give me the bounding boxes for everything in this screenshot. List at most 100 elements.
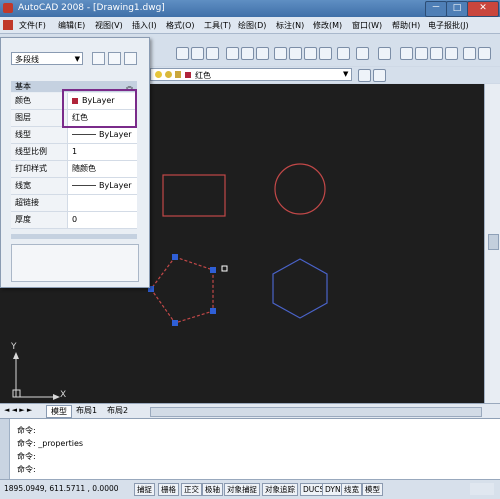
zoom-realtime-icon[interactable] [415, 47, 428, 60]
copy-icon[interactable] [289, 47, 302, 60]
close-button[interactable]: ✕ [467, 1, 499, 17]
arrow-right-icon [53, 394, 60, 400]
menu-edit[interactable]: 编辑(E) [58, 20, 85, 31]
command-window[interactable]: 命令: 命令: _properties 命令: 命令: [0, 418, 500, 480]
cut-icon[interactable] [274, 47, 287, 60]
properties-palette: 多段线 ▼ 基本 ︽ 颜色 ByLayer 图层 红色 线型 ByLayer 线… [0, 37, 150, 288]
paste-icon[interactable] [304, 47, 317, 60]
menu-format[interactable]: 格式(O) [166, 20, 195, 31]
ortho-button[interactable]: 正交 [181, 483, 202, 496]
tab-model[interactable]: 模型 [46, 405, 72, 418]
app-icon [3, 3, 13, 13]
open-icon[interactable] [191, 47, 204, 60]
tab-nav-arrows-icon[interactable]: ◄ ◄ ► ► [4, 406, 32, 414]
layer-name: 红色 [195, 71, 211, 80]
object-snap-button[interactable]: 对象捕捉 [224, 483, 260, 496]
pan-icon[interactable] [400, 47, 413, 60]
menu-help[interactable]: 帮助(H) [392, 20, 420, 31]
menu-e-approval[interactable]: 电子报批(J) [428, 20, 469, 31]
vertical-scrollbar[interactable] [484, 84, 500, 403]
object-type-dropdown[interactable]: 多段线 ▼ [11, 52, 83, 65]
scroll-thumb[interactable] [488, 234, 499, 250]
polar-button[interactable]: 极轴 [202, 483, 223, 496]
match-properties-icon[interactable] [319, 47, 332, 60]
brush-icon[interactable] [337, 47, 350, 60]
property-row-hyperlink[interactable]: 超链接 [11, 195, 137, 212]
save-icon[interactable] [206, 47, 219, 60]
property-row-linetype-scale[interactable]: 线型比例 1 [11, 144, 137, 161]
toggle-pickadd-icon[interactable] [92, 52, 105, 65]
new-icon[interactable] [176, 47, 189, 60]
title-bar: AutoCAD 2008 - [Drawing1.dwg] － □ ✕ [0, 0, 500, 17]
select-objects-icon[interactable] [108, 52, 121, 65]
lock-icon [175, 71, 181, 78]
undo-icon[interactable] [356, 47, 369, 60]
property-key: 图层 [11, 110, 68, 126]
layer-dropdown[interactable]: 红色 ▼ [150, 68, 352, 81]
coordinate-readout: 1895.0949, 611.5711 , 0.0000 [4, 484, 119, 493]
property-row-thickness[interactable]: 厚度 0 [11, 212, 137, 229]
redo-icon[interactable] [378, 47, 391, 60]
preview-icon[interactable] [241, 47, 254, 60]
menu-insert[interactable]: 插入(I) [132, 20, 157, 31]
menu-modify[interactable]: 修改(M) [313, 20, 342, 31]
command-window-grip[interactable] [0, 419, 10, 479]
property-key: 线型比例 [11, 144, 68, 160]
menu-bar: 文件(F) 编辑(E) 视图(V) 插入(I) 格式(O) 工具(T) 绘图(D… [0, 17, 500, 34]
layer-previous-icon[interactable] [373, 69, 386, 82]
tab-layout1[interactable]: 布局1 [72, 405, 101, 416]
horizontal-scrollbar[interactable] [150, 407, 482, 417]
design-center-icon[interactable] [478, 47, 491, 60]
property-row-linetype[interactable]: 线型 ByLayer [11, 127, 137, 144]
publish-icon[interactable] [256, 47, 269, 60]
lineweight-button[interactable]: 线宽 [341, 483, 362, 496]
hexagon-shape[interactable] [272, 258, 328, 319]
command-history-line: 命令: _properties [17, 439, 84, 448]
tab-layout2[interactable]: 布局2 [103, 405, 132, 416]
circle-shape[interactable] [274, 163, 326, 215]
quick-select-icon[interactable] [124, 52, 137, 65]
zoom-previous-icon[interactable] [445, 47, 458, 60]
model-button[interactable]: 模型 [362, 483, 383, 496]
status-bar: 1895.0949, 611.5711 , 0.0000 捕捉 栅格 正交 极轴… [0, 479, 500, 499]
chevron-down-icon: ▼ [74, 55, 80, 63]
arrow-up-icon [13, 352, 19, 359]
restore-button[interactable]: □ [446, 1, 468, 17]
property-row-lineweight[interactable]: 线宽 ByLayer [11, 178, 137, 195]
crosshair-cursor [221, 265, 228, 272]
lineweight-sample [72, 185, 96, 186]
menu-file[interactable]: 文件(F) [19, 20, 46, 31]
menu-draw[interactable]: 绘图(D) [238, 20, 266, 31]
document-icon [3, 20, 13, 30]
object-track-button[interactable]: 对象追踪 [262, 483, 298, 496]
grip-handle[interactable] [172, 320, 178, 326]
menu-dimension[interactable]: 标注(N) [276, 20, 304, 31]
property-value: 1 [72, 147, 78, 156]
property-value: ByLayer [70, 127, 136, 143]
command-prompt[interactable]: 命令: [17, 464, 36, 475]
layer-toolbar: 红色 ▼ [150, 67, 500, 83]
properties-icon[interactable] [463, 47, 476, 60]
object-type-value: 多段线 [15, 55, 39, 64]
property-key: 线宽 [11, 178, 68, 194]
minimize-button[interactable]: － [425, 1, 447, 17]
print-icon[interactable] [226, 47, 239, 60]
grip-handle[interactable] [210, 267, 216, 273]
grip-handle[interactable] [210, 308, 216, 314]
lineweight-value: ByLayer [99, 181, 132, 190]
grip-handle[interactable] [172, 254, 178, 260]
pentagon-shape-selected[interactable] [150, 256, 214, 324]
window-title: AutoCAD 2008 - [Drawing1.dwg] [18, 3, 165, 13]
linetype-sample [72, 134, 96, 135]
menu-window[interactable]: 窗口(W) [352, 20, 382, 31]
menu-tools[interactable]: 工具(T) [204, 20, 231, 31]
grid-button[interactable]: 栅格 [158, 483, 179, 496]
make-current-layer-icon[interactable] [358, 69, 371, 82]
command-history-line: 命令: [17, 452, 36, 461]
snap-button[interactable]: 捕捉 [134, 483, 155, 496]
menu-view[interactable]: 视图(V) [95, 20, 123, 31]
zoom-window-icon[interactable] [430, 47, 443, 60]
rectangle-shape[interactable] [162, 174, 226, 217]
ucs-x-label: X [60, 390, 67, 400]
property-row-plot-style[interactable]: 打印样式 随颜色 [11, 161, 137, 178]
